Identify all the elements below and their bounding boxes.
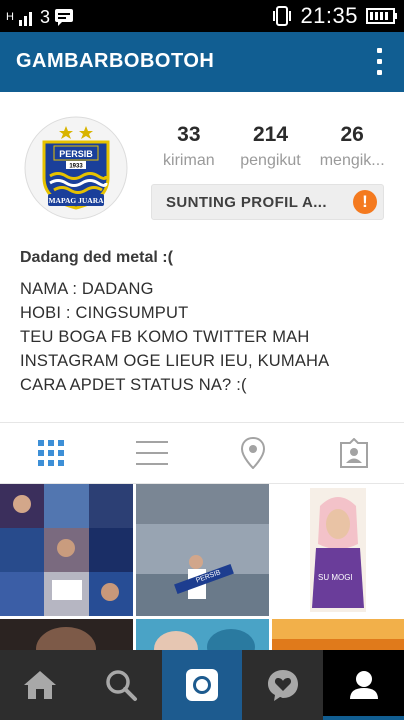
bio-line: INSTAGRAM OGE LIEUR IEU, KUMAHA (20, 352, 330, 370)
location-icon (240, 437, 265, 469)
nav-camera[interactable] (161, 650, 243, 720)
stat-label: pengikut (240, 152, 301, 169)
nav-search[interactable] (81, 650, 162, 720)
status-bar: H 3 21:35 (0, 0, 404, 32)
svg-text:SU MOGI: SU MOGI (318, 573, 353, 582)
grid-photo-thumbnail[interactable] (136, 619, 269, 654)
edit-profile-label: SUNTING PROFIL A... (166, 194, 327, 211)
network-type: H (6, 11, 14, 23)
persib-logo-icon: PERSIB 1933 MAPAG JUARA (24, 116, 128, 220)
app-bar: GAMBARBOBOTOH (0, 32, 404, 92)
tab-list-view[interactable] (101, 423, 202, 483)
stat-label: kiriman (163, 152, 215, 169)
stat-value: 33 (177, 123, 201, 146)
bio-line: HOBI : CINGSUMPUT (20, 304, 189, 322)
menu-dot-icon (377, 70, 382, 75)
logo-text: PERSIB (59, 149, 93, 159)
phone-vibrate-icon (273, 6, 292, 26)
bio-line: CARA APDET STATUS NA? :( (20, 376, 247, 394)
notification-count: 3 (39, 7, 50, 27)
photo-grid: PERSIB SU MOGI (0, 484, 404, 654)
bottom-navigation (0, 650, 404, 720)
edit-profile-button[interactable]: SUNTING PROFIL A... ! (151, 184, 384, 220)
nav-profile[interactable] (323, 650, 404, 720)
stat-value: 214 (252, 123, 289, 146)
avatar[interactable]: PERSIB 1933 MAPAG JUARA (24, 116, 128, 220)
warning-icon: ! (353, 190, 377, 214)
profile-full-name: Dadang ded metal :( (20, 249, 173, 266)
activity-icon (267, 670, 298, 701)
tab-grid-view[interactable] (0, 423, 101, 483)
clock: 21:35 (300, 3, 358, 28)
nav-activity[interactable] (242, 650, 323, 720)
profile-username-title: GAMBARBOBOTOH (16, 50, 215, 72)
tab-photo-map[interactable] (202, 423, 303, 483)
stat-value: 26 (340, 123, 364, 146)
grid-photo-thumbnail[interactable] (0, 484, 133, 616)
bio-line: TEU BOGA FB KOMO TWITTER MAH (20, 328, 310, 346)
tab-tagged-photos[interactable] (303, 423, 404, 483)
grid-photo-thumbnail[interactable] (0, 619, 133, 654)
profile-stats: 33 kiriman 214 pengikut 26 mengik... (148, 122, 393, 170)
signal-icon (18, 12, 32, 26)
profile-view-tabs (0, 422, 404, 484)
stat-posts[interactable]: 33 kiriman (148, 122, 230, 170)
logo-motto: MAPAG JUARA (48, 196, 104, 205)
grid-photo-thumbnail[interactable] (272, 619, 404, 654)
grid-photo-thumbnail[interactable]: SU MOGI (272, 484, 404, 616)
list-icon (135, 441, 168, 465)
grid-photo-thumbnail[interactable]: PERSIB (136, 484, 269, 616)
bio-line: NAMA : DADANG (20, 280, 154, 298)
nav-home[interactable] (0, 650, 81, 720)
search-icon (106, 670, 138, 701)
profile-bio: NAMA : DADANG HOBI : CINGSUMPUT TEU BOGA… (20, 277, 390, 397)
overflow-menu-button[interactable] (374, 46, 384, 78)
camera-icon (185, 669, 218, 701)
menu-dot-icon (377, 48, 382, 53)
logo-year: 1933 (69, 164, 83, 170)
chat-notification-icon (54, 9, 73, 26)
battery-icon (366, 8, 397, 24)
menu-dot-icon (377, 59, 382, 64)
tagged-photos-icon (339, 438, 368, 468)
stat-followers[interactable]: 214 pengikut (230, 122, 312, 170)
stat-following[interactable]: 26 mengik... (311, 122, 393, 170)
home-icon (24, 671, 57, 699)
profile-icon (349, 671, 378, 699)
grid-icon (37, 440, 64, 466)
stat-label: mengik... (319, 152, 385, 169)
